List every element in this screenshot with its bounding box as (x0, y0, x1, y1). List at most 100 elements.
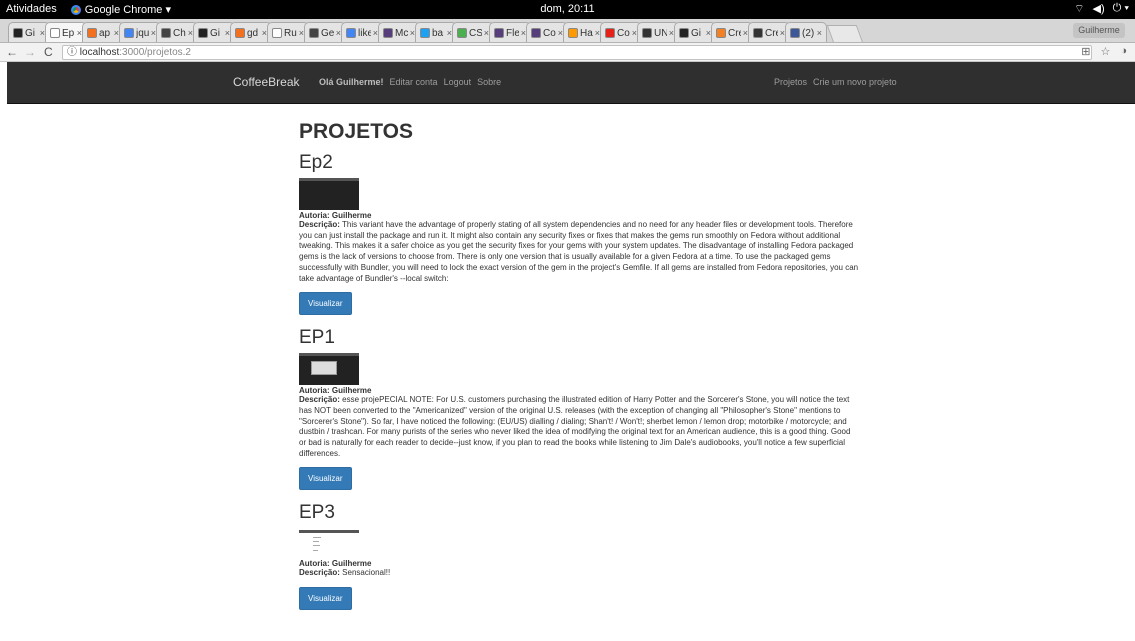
power-icon: ⏻ ▾ (1112, 2, 1129, 14)
logout-link[interactable]: Logout (444, 77, 472, 87)
tab-label: Fle (506, 27, 519, 39)
tab-label: ap (99, 27, 111, 39)
os-top-bar: Atividades Google Chrome ▾ dom, 20:11 ⌔ … (0, 0, 1135, 19)
main-content: PROJETOS Ep2 Autoria: Guilherme Descriçã… (299, 120, 859, 622)
about-link[interactable]: Sobre (477, 77, 501, 87)
tab-label: like (358, 27, 371, 39)
browser-tab[interactable]: Ge × (304, 22, 346, 42)
wifi-icon: ⌔ (1074, 3, 1085, 15)
tab-label: Gi (210, 27, 220, 39)
tab-label: ba (432, 27, 444, 39)
tab-favicon-icon (605, 28, 615, 38)
project-description: Descrição: esse projePECIAL NOTE: For U.… (299, 395, 851, 458)
tab-label: Gi (25, 27, 35, 39)
tab-favicon-icon (87, 28, 97, 38)
project-thumbnail[interactable] (299, 528, 359, 559)
project-card: EP1 Autoria: Guilherme Descrição: esse p… (299, 327, 859, 496)
project-description: Descrição: Sensacional!! (299, 568, 391, 578)
browser-tab[interactable]: Cre× (711, 22, 753, 42)
tab-favicon-icon (124, 28, 134, 38)
system-tray[interactable]: ⌔ ◀) ⏻ ▾ (1074, 2, 1129, 16)
browser-tab[interactable]: Ep × (45, 22, 87, 42)
project-author: Autoria: Guilherme (299, 559, 372, 569)
tab-label: jqu (136, 27, 149, 39)
tab-favicon-icon (309, 28, 319, 38)
project-title: Ep2 (299, 152, 333, 173)
tab-favicon-icon (13, 28, 23, 38)
browser-tab[interactable]: Gi × (193, 22, 235, 42)
clock[interactable]: dom, 20:11 (0, 3, 1135, 15)
tab-favicon-icon (642, 28, 652, 38)
edit-account-link[interactable]: Editar conta (390, 77, 438, 87)
project-title: EP1 (299, 327, 335, 349)
view-project-button[interactable]: Visualizar (299, 467, 352, 491)
tab-label: Mc (395, 27, 408, 39)
view-project-button[interactable]: Visualizar (299, 587, 352, 611)
site-navbar: CoffeeBreak Olá Guilherme! Editar conta … (7, 62, 1135, 104)
tab-favicon-icon (753, 28, 763, 38)
browser-tab[interactable]: UN× (637, 22, 679, 42)
new-project-link[interactable]: Crie um novo projeto (813, 77, 897, 87)
tab-close-icon[interactable]: × (817, 28, 822, 38)
tab-favicon-icon (420, 28, 430, 38)
info-icon: ⓘ (67, 47, 77, 58)
browser-tab[interactable]: Rui× (267, 22, 309, 42)
project-description: Descrição: This variant have the advanta… (299, 220, 859, 283)
browser-tab[interactable]: ba × (415, 22, 457, 42)
back-icon[interactable]: ← (6, 45, 18, 59)
new-tab-button[interactable] (826, 25, 864, 42)
browser-tab[interactable]: like× (341, 22, 383, 42)
tab-favicon-icon (272, 28, 282, 38)
bookmark-star-icon[interactable]: ☆ (1100, 45, 1110, 58)
project-thumbnail[interactable] (299, 178, 359, 210)
tab-favicon-icon (457, 28, 467, 38)
tab-favicon-icon (531, 28, 541, 38)
tab-list: Gi×Ep×ap×jqu×Ch×Gi×gd×Rui×Ge×like×Mc×ba×… (8, 22, 864, 42)
tab-label: Ch (173, 27, 186, 39)
forward-icon[interactable]: → (24, 45, 36, 59)
browser-tab[interactable]: Ha × (563, 22, 605, 42)
extension-icon[interactable]: ◑ (1120, 45, 1127, 58)
tab-label: Cre (728, 27, 741, 39)
profile-button[interactable]: Guilherme (1073, 23, 1125, 38)
browser-tab[interactable]: Co × (526, 22, 568, 42)
tab-favicon-icon (235, 28, 245, 38)
tab-favicon-icon (679, 28, 689, 38)
tab-label: Co (543, 27, 556, 39)
browser-tab[interactable]: jqu × (119, 22, 161, 42)
browser-tab[interactable]: Gi × (674, 22, 716, 42)
brand-link[interactable]: CoffeeBreak (233, 75, 300, 89)
project-title: EP3 (299, 502, 335, 524)
browser-tab[interactable]: Mc × (378, 22, 420, 42)
browser-tab[interactable]: Co × (600, 22, 642, 42)
tab-label: Cre (765, 27, 778, 39)
browser-tab[interactable]: ap × (82, 22, 124, 42)
browser-tab[interactable]: (2) × (785, 22, 827, 42)
tab-label: Rui (284, 27, 297, 39)
tab-favicon-icon (50, 28, 60, 38)
tab-label: Ha (580, 27, 593, 39)
browser-tab[interactable]: Cre× (748, 22, 790, 42)
browser-tab[interactable]: Fle × (489, 22, 531, 42)
tab-label: Ep (62, 27, 75, 39)
browser-tab[interactable]: CS × (452, 22, 494, 42)
address-bar[interactable]: ⓘ localhost:3000/projetos.2 (62, 45, 1092, 60)
browser-tab[interactable]: gd × (230, 22, 272, 42)
page-title: PROJETOS (299, 120, 413, 143)
project-card: EP3 Autoria: Guilherme Descrição: Sensac… (299, 502, 859, 616)
browser-tab[interactable]: Gi × (8, 22, 50, 42)
tab-favicon-icon (198, 28, 208, 38)
browser-tab[interactable]: Ch × (156, 22, 198, 42)
project-thumbnail[interactable] (299, 353, 359, 386)
translate-icon[interactable]: ⊞ (1081, 45, 1090, 58)
tab-label: gd (247, 27, 259, 39)
project-author: Autoria: Guilherme (299, 386, 372, 396)
tab-label: Ge (321, 27, 334, 39)
reload-icon[interactable]: C (44, 45, 53, 59)
tab-favicon-icon (494, 28, 504, 38)
projects-link[interactable]: Projetos (774, 77, 807, 87)
tab-label: UN (654, 27, 667, 39)
greeting-text: Olá Guilherme! (319, 77, 384, 87)
project-author: Autoria: Guilherme (299, 211, 372, 220)
view-project-button[interactable]: Visualizar (299, 292, 352, 316)
